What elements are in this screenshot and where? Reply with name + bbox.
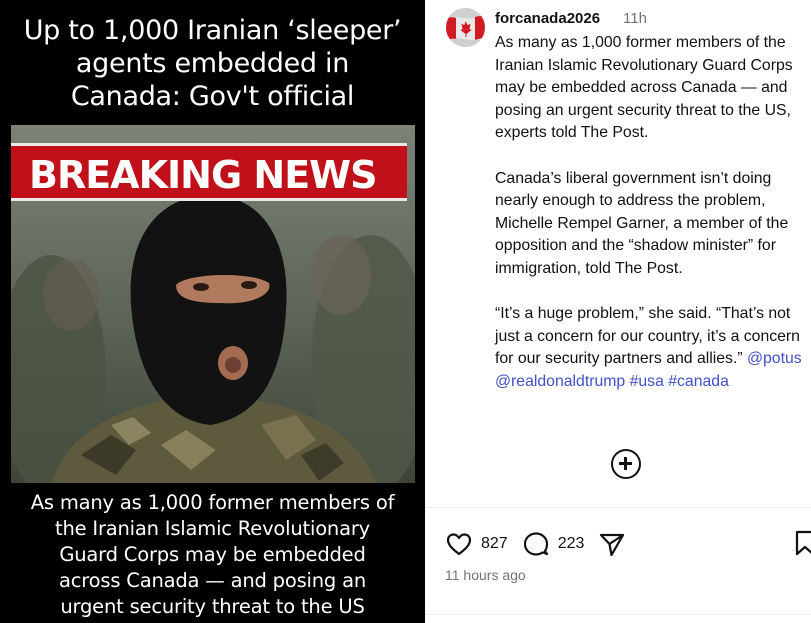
caption-paragraph-with-tags: “It’s a huge problem,” she said. “That’s… xyxy=(495,303,811,393)
media-headline: Up to 1,000 Iranian ‘sleeper’ agents emb… xyxy=(0,14,425,113)
breaking-news-banner: BREAKING NEWS xyxy=(11,143,407,201)
plus-circle-icon[interactable] xyxy=(611,449,641,479)
like-count[interactable]: 827 xyxy=(481,535,508,553)
canada-flag-avatar[interactable] xyxy=(446,8,485,47)
username-link[interactable]: forcanada2026 xyxy=(495,10,600,27)
heart-icon[interactable] xyxy=(445,530,473,558)
caption-line: Guard Corps may be embedded xyxy=(59,543,366,566)
share-icon[interactable] xyxy=(598,530,626,558)
headline-line: Up to 1,000 Iranian ‘sleeper’ xyxy=(23,15,402,46)
banner-text: BREAKING NEWS xyxy=(29,153,377,197)
caption-paragraph: Canada’s liberal government isn’t doing … xyxy=(495,169,789,277)
headline-line: Canada: Gov't official xyxy=(70,81,355,112)
action-bar: 827 223 xyxy=(445,529,626,559)
comment-count[interactable]: 223 xyxy=(558,535,585,553)
post-time-ago[interactable]: 11 hours ago xyxy=(445,567,526,583)
bookmark-icon[interactable] xyxy=(795,530,811,556)
hashtag-link[interactable]: #usa xyxy=(630,373,664,390)
hashtag-link[interactable]: #canada xyxy=(668,373,729,390)
caption-line: across Canada — and posing an xyxy=(58,569,367,592)
post-media[interactable]: Up to 1,000 Iranian ‘sleeper’ agents emb… xyxy=(0,0,425,623)
masked-figure-photo: BREAKING NEWS xyxy=(11,125,415,483)
mention-link[interactable]: @realdonaldtrump xyxy=(495,373,625,390)
caption-line: the Iranian Islamic Revolutionary xyxy=(55,517,370,540)
caption-line: urgent security threat to the US xyxy=(60,595,365,618)
post-panel: forcanada2026 11h As many as 1,000 forme… xyxy=(425,0,811,623)
post-time-short[interactable]: 11h xyxy=(623,10,647,27)
divider xyxy=(425,507,811,508)
avatar-image xyxy=(446,8,485,47)
caption-paragraph: As many as 1,000 former members of the I… xyxy=(495,34,793,142)
post-caption: As many as 1,000 former members of the I… xyxy=(495,32,811,394)
divider xyxy=(425,614,811,615)
comment-icon[interactable] xyxy=(522,530,550,558)
headline-line: agents embedded in xyxy=(75,48,350,79)
mention-link[interactable]: @potus xyxy=(747,350,802,367)
media-caption: As many as 1,000 former members of the I… xyxy=(8,490,417,620)
caption-line: As many as 1,000 former members of xyxy=(30,491,395,514)
